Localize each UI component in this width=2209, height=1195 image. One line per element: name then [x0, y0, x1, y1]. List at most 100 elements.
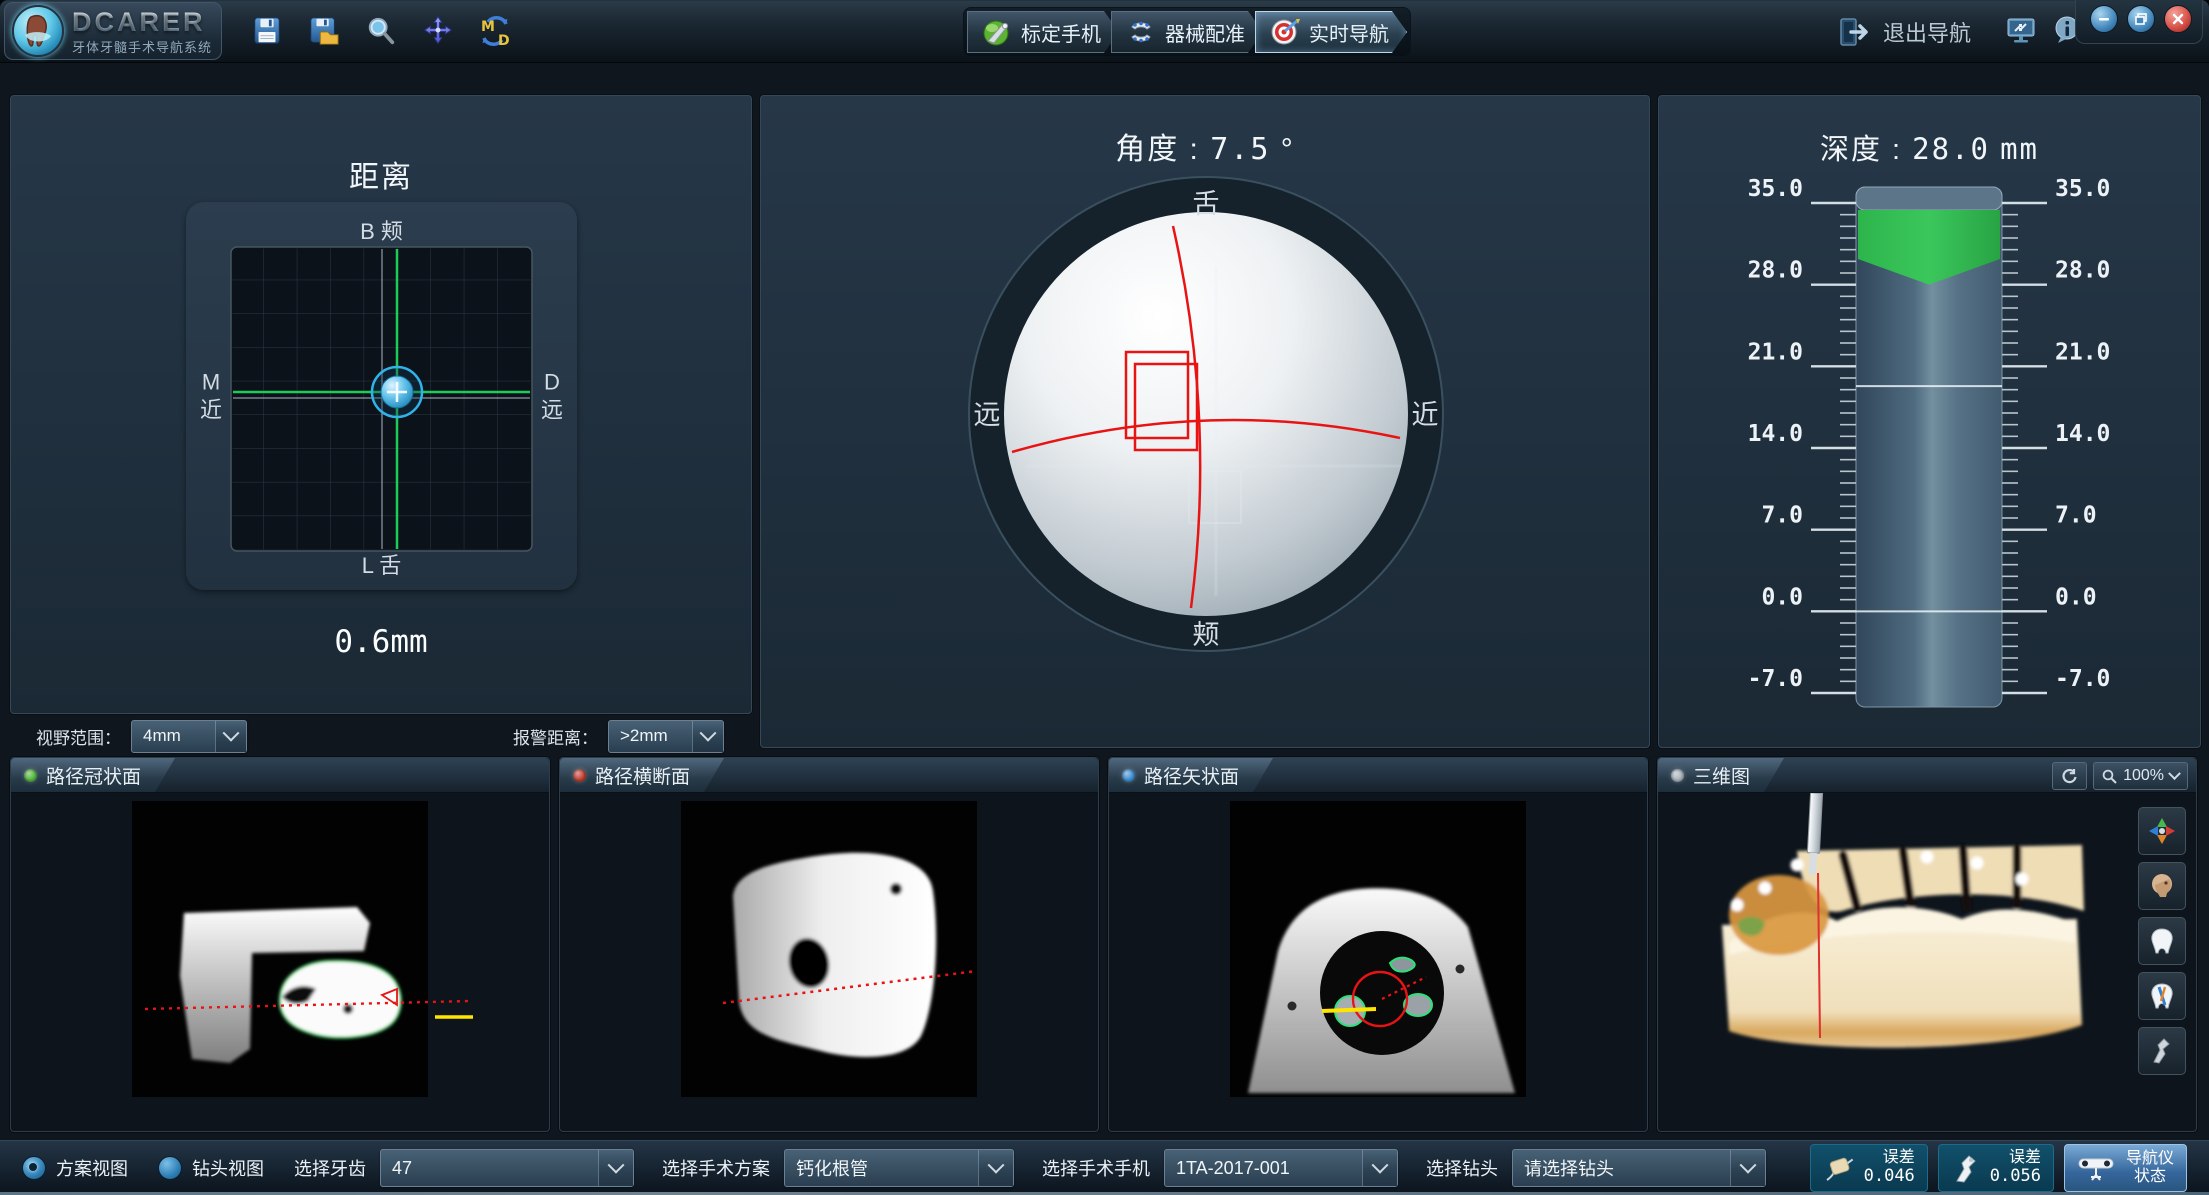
sphere-surface [1004, 212, 1408, 616]
sagittal-view-image[interactable] [1109, 793, 1647, 1131]
mesial-label: M近 [200, 369, 222, 424]
marker-error-chip: 误差 0.046 [1810, 1144, 1928, 1192]
coronal-view-image[interactable] [11, 793, 549, 1131]
depth-gauge[interactable]: 35.035.028.028.021.021.014.014.07.07.00.… [1659, 162, 2200, 747]
marker-error-value: 0.046 [1864, 1167, 1915, 1187]
drill-view-radio[interactable]: 钻头视图 [158, 1155, 264, 1181]
angle-value: 7.5 [1210, 132, 1270, 167]
magnifier-icon[interactable] [364, 13, 398, 49]
navigator-status-button[interactable]: 导航仪 状态 [2064, 1144, 2187, 1192]
step-instrument-registration[interactable]: 器械配准 [1111, 11, 1263, 53]
surgical-plan-select[interactable]: 钙化根管 [784, 1149, 1014, 1187]
handpiece-error-chip: 误差 0.056 [1938, 1144, 2054, 1192]
tooth-view-button[interactable] [2138, 917, 2186, 965]
svg-text:D: D [498, 33, 510, 48]
svg-text:0.0: 0.0 [1761, 584, 1803, 610]
distance-options: 视野范围： 4mm 报警距离： >2mm [10, 715, 750, 757]
sagittal-status-dot [1122, 769, 1135, 782]
distance-grid[interactable] [230, 246, 533, 552]
tooth-segmentation-button[interactable] [2138, 972, 2186, 1020]
zoom-value: 100% [2123, 767, 2164, 785]
step-label: 器械配准 [1165, 18, 1245, 47]
save-as-icon[interactable] [307, 13, 341, 49]
svg-text:35.0: 35.0 [1748, 176, 1803, 202]
tooth-select[interactable]: 47 [380, 1149, 634, 1187]
drill-select-label: 选择钻头 [1426, 1155, 1498, 1181]
app-logo: DCARER 牙体牙髓手术导航系统 [4, 2, 222, 60]
tooth-logo-icon [12, 5, 64, 57]
view-title: 路径横断面 [595, 762, 690, 789]
exit-navigation-button[interactable]: 退出导航 [1835, 14, 1971, 50]
alarm-distance-select[interactable]: >2mm [608, 720, 724, 753]
handpiece-select[interactable]: 1TA-2017-001 [1164, 1149, 1398, 1187]
depth-panel: 深度 : 28.0 mm 35.035.028.028.021.021.014.… [1658, 95, 2201, 748]
distance-panel: 距离 B 颊 L 舌 M近 D远 [10, 95, 752, 714]
svg-text:35.0: 35.0 [2055, 176, 2110, 202]
svg-text:7.0: 7.0 [1761, 503, 1803, 529]
svg-text:-7.0: -7.0 [2055, 666, 2110, 692]
restore-button[interactable] [2127, 5, 2155, 33]
md-switch-icon[interactable]: M D [478, 13, 512, 49]
angle-sphere-display[interactable]: 舌 颊 远 近 [761, 166, 1649, 746]
coronal-view-panel: 路径冠状面 [10, 757, 550, 1132]
head-view-button[interactable] [2138, 862, 2186, 910]
gauge-cap [1856, 187, 2002, 210]
pan-move-icon[interactable] [421, 13, 455, 49]
step-calibrate-handpiece[interactable]: 标定手机 [967, 11, 1119, 53]
svg-text:0.0: 0.0 [2055, 584, 2097, 610]
radio-selected-icon [22, 1156, 46, 1180]
chevron-down-icon [215, 721, 246, 752]
three-d-view-panel: 三维图 100% [1657, 757, 2197, 1132]
angle-title: 角度 : 7.5 ° [761, 124, 1649, 168]
svg-text:28.0: 28.0 [1748, 258, 1803, 284]
zoom-level-select[interactable]: 100% [2093, 762, 2188, 790]
fov-select[interactable]: 4mm [131, 720, 247, 753]
axial-view-header: 路径横断面 [560, 758, 1098, 793]
distance-value: 0.6mm [11, 624, 751, 660]
display-switch-icon[interactable] [2005, 14, 2037, 48]
distal-label: D远 [541, 369, 563, 424]
view-title: 路径矢状面 [1144, 762, 1239, 789]
exit-door-icon [1835, 14, 1871, 50]
target-icon [1270, 17, 1300, 47]
sagittal-view-panel: 路径矢状面 [1108, 757, 1648, 1132]
svg-text:21.0: 21.0 [1748, 339, 1803, 365]
system-icons [2005, 14, 2081, 48]
step-realtime-navigation[interactable]: 实时导航 [1255, 11, 1407, 53]
fov-label: 视野范围： [36, 724, 121, 749]
reset-view-button[interactable] [2052, 762, 2087, 790]
app-subtitle: 牙体牙髓手术导航系统 [72, 41, 212, 54]
svg-text:14.0: 14.0 [1748, 421, 1803, 447]
exit-label: 退出导航 [1883, 16, 1971, 48]
buccal-label: B 颊 [186, 214, 577, 246]
coronal-view-header: 路径冠状面 [11, 758, 549, 793]
handpiece-select-label: 选择手术手机 [1042, 1155, 1150, 1181]
buccal-label: 颊 [1193, 620, 1220, 650]
drill-select[interactable]: 请选择钻头 [1512, 1149, 1766, 1187]
reset-icon [2061, 768, 2078, 785]
plan-view-radio[interactable]: 方案视图 [22, 1155, 128, 1181]
minimize-button[interactable] [2090, 5, 2118, 33]
axial-view-image[interactable] [560, 793, 1098, 1131]
chevron-down-icon [2168, 767, 2181, 780]
three-d-status-dot [1671, 769, 1684, 782]
three-d-view-header: 三维图 100% [1658, 758, 2196, 793]
orientation-tool-button[interactable] [2138, 807, 2186, 855]
plan-select-label: 选择手术方案 [662, 1155, 770, 1181]
distance-title: 距离 [11, 152, 751, 196]
svg-text:21.0: 21.0 [2055, 339, 2110, 365]
window-controls [2075, 0, 2203, 44]
sensor-patch-icon [1823, 1152, 1855, 1184]
alarm-label: 报警距离： [513, 724, 598, 749]
title-bar: DCARER 牙体牙髓手术导航系统 [0, 0, 2209, 63]
svg-text:14.0: 14.0 [2055, 421, 2110, 447]
depth-indicator-line [1322, 1009, 1376, 1011]
three-d-view-image[interactable] [1658, 793, 2196, 1131]
close-button[interactable] [2164, 5, 2192, 33]
svg-text:M: M [481, 19, 495, 35]
svg-text:7.0: 7.0 [2055, 503, 2097, 529]
registration-icon [1126, 17, 1156, 47]
logo-text: DCARER 牙体牙髓手术导航系统 [72, 9, 212, 54]
drill-display-button[interactable] [2138, 1027, 2186, 1075]
save-icon[interactable] [250, 13, 284, 49]
